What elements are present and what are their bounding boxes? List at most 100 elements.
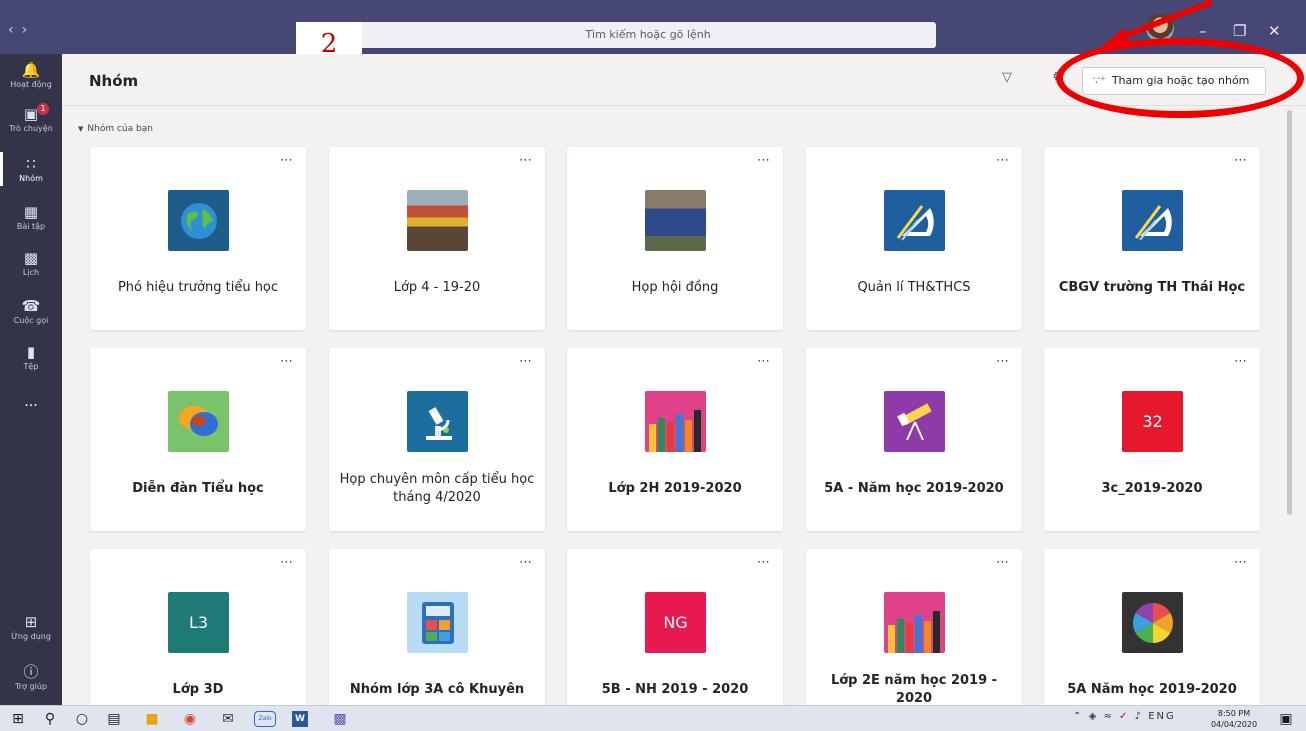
- zalo-icon[interactable]: Zalo: [254, 711, 276, 727]
- team-card[interactable]: ⋯ Phó hiệu trưởng tiểu học: [90, 147, 306, 330]
- speech-bubbles-icon: [168, 391, 229, 452]
- rail-item-label: Trợ giúp: [15, 682, 47, 691]
- team-card[interactable]: ⋯ 5A - Năm học 2019-2020: [806, 348, 1022, 531]
- wifi-icon[interactable]: ≈: [1103, 711, 1113, 722]
- windows-taskbar: ⊞ ⚲ ○ ▤ ■ ◉ ✉ Zalo W ▩ ⌃ ◈ ≈ ✓ ♪ ENG 8:5…: [0, 705, 1306, 731]
- rail-item-calls[interactable]: ☎ Cuộc gọi: [0, 298, 62, 325]
- task-view-icon[interactable]: ▤: [104, 711, 124, 727]
- rail-item-label: Ứng dụng: [11, 632, 51, 641]
- volume-icon[interactable]: ♪: [1135, 711, 1143, 722]
- section-label: Nhóm của bạn: [87, 124, 153, 134]
- close-icon[interactable]: ✕: [1268, 22, 1281, 40]
- rail-item-files[interactable]: ▮ Tệp: [0, 344, 62, 371]
- file-icon: ▮: [26, 343, 36, 361]
- team-card[interactable]: ⋯ Lớp 2E năm học 2019 - 2020: [806, 549, 1022, 731]
- chat-icon: ▣: [23, 105, 39, 123]
- app-rail: 🔔 Hoạt động ▣ 1 Trò chuyện ∷ Nhóm ▦ Bài …: [0, 54, 62, 705]
- pencils-icon: [884, 592, 945, 653]
- team-card[interactable]: ⋯ 32 3c_2019-2020: [1044, 348, 1260, 531]
- more-options-icon[interactable]: ⋯: [996, 555, 1010, 570]
- rail-item-label: Nhóm: [19, 174, 43, 183]
- bell-icon: 🔔: [21, 61, 41, 79]
- calendar-icon: ▩: [23, 249, 39, 267]
- more-options-icon[interactable]: ⋯: [996, 153, 1010, 168]
- more-icon[interactable]: ...: [0, 394, 62, 410]
- rail-item-teams[interactable]: ∷ Nhóm: [0, 152, 62, 186]
- unread-badge: 1: [37, 103, 49, 115]
- team-card[interactable]: ⋯ Diễn đàn Tiểu học: [90, 348, 306, 531]
- section-your-teams[interactable]: ▼ Nhóm của bạn: [78, 124, 153, 134]
- windows-icon[interactable]: ⊞: [8, 711, 28, 727]
- calculator-icon: [407, 592, 468, 653]
- mail-icon[interactable]: ✉: [218, 711, 238, 727]
- forward-icon[interactable]: ›: [22, 22, 36, 38]
- team-card[interactable]: ⋯ Quản lí TH&THCS: [806, 147, 1022, 330]
- rail-item-label: Hoạt động: [10, 80, 52, 89]
- team-name: 5A - Năm học 2019-2020: [824, 481, 1004, 496]
- team-name: Quản lí TH&THCS: [857, 280, 971, 295]
- team-name: 3c_2019-2020: [1101, 481, 1203, 496]
- team-name: Họp chuyên môn cấp tiểu học tháng 4/2020: [339, 472, 535, 505]
- filter-icon[interactable]: ▽: [1002, 70, 1012, 85]
- vertical-scrollbar[interactable]: [1287, 110, 1292, 515]
- more-options-icon[interactable]: ⋯: [757, 555, 771, 570]
- more-options-icon[interactable]: ⋯: [280, 153, 294, 168]
- group-photo-icon: [407, 190, 468, 251]
- protractor-icon: [884, 190, 945, 251]
- page-title: Nhóm: [89, 72, 139, 90]
- more-options-icon[interactable]: ⋯: [519, 354, 533, 369]
- file-explorer-icon[interactable]: ■: [142, 711, 162, 727]
- team-card[interactable]: ⋯ Họp hội đồng: [567, 147, 783, 330]
- team-card[interactable]: ⋯ 5A Năm học 2019-2020: [1044, 549, 1260, 731]
- search-input[interactable]: Tìm kiếm hoặc gõ lệnh: [360, 22, 936, 48]
- rail-item-label: Tệp: [23, 362, 39, 371]
- pencils-icon: [645, 391, 706, 452]
- color-wheel-icon: [1122, 592, 1183, 653]
- rail-item-calendar[interactable]: ▩ Lịch: [0, 250, 62, 277]
- network-icon[interactable]: ◈: [1089, 711, 1099, 722]
- more-options-icon[interactable]: ⋯: [280, 354, 294, 369]
- word-icon[interactable]: W: [292, 711, 308, 727]
- team-card[interactable]: ⋯ L3 Lớp 3D: [90, 549, 306, 731]
- more-options-icon[interactable]: ⋯: [519, 555, 533, 570]
- team-card[interactable]: ⋯ Lớp 4 - 19-20: [329, 147, 545, 330]
- rail-item-label: Trò chuyện: [9, 124, 53, 133]
- chevron-up-icon[interactable]: ⌃: [1073, 711, 1083, 722]
- more-options-icon[interactable]: ⋯: [1234, 354, 1248, 369]
- team-name: Diễn đàn Tiểu học: [132, 481, 264, 496]
- rail-item-help[interactable]: ⓘ Trợ giúp: [0, 664, 62, 691]
- team-card[interactable]: ⋯ Lớp 2H 2019-2020: [567, 348, 783, 531]
- more-options-icon[interactable]: ⋯: [280, 555, 294, 570]
- system-tray[interactable]: ⌃ ◈ ≈ ✓ ♪ ENG: [1073, 711, 1176, 722]
- language-indicator[interactable]: ENG: [1148, 711, 1176, 722]
- team-card[interactable]: ⋯ CBGV trường TH Thái Học: [1044, 147, 1260, 330]
- team-card[interactable]: ⋯ NG 5B - NH 2019 - 2020: [567, 549, 783, 731]
- rail-item-apps[interactable]: ⊞ Ứng dụng: [0, 614, 62, 641]
- rail-item-assignments[interactable]: ▦ Bài tập: [0, 204, 62, 231]
- meeting-photo-icon: [645, 190, 706, 251]
- rail-item-chat[interactable]: ▣ 1 Trò chuyện: [0, 103, 62, 133]
- more-options-icon[interactable]: ⋯: [996, 354, 1010, 369]
- cortana-icon[interactable]: ○: [72, 711, 92, 727]
- globe-icon: [168, 190, 229, 251]
- teams-icon[interactable]: ▩: [330, 711, 350, 727]
- more-options-icon[interactable]: ⋯: [1234, 153, 1248, 168]
- taskbar-clock[interactable]: 8:50 PM 04/04/2020: [1208, 708, 1260, 730]
- team-card[interactable]: ⋯ Họp chuyên môn cấp tiểu học tháng 4/20…: [329, 348, 545, 531]
- maximize-icon[interactable]: ❐: [1233, 22, 1246, 40]
- more-options-icon[interactable]: ⋯: [757, 153, 771, 168]
- rail-item-activity[interactable]: 🔔 Hoạt động: [0, 62, 62, 89]
- clock-time: 8:50 PM: [1217, 709, 1251, 718]
- antivirus-icon[interactable]: ✓: [1119, 711, 1129, 722]
- chrome-icon[interactable]: ◉: [180, 711, 200, 727]
- team-card[interactable]: ⋯ Nhóm lớp 3A cô Khuyên: [329, 549, 545, 731]
- more-options-icon[interactable]: ⋯: [1234, 555, 1248, 570]
- rail-item-label: Lịch: [22, 268, 40, 277]
- team-initials-tile: 32: [1122, 391, 1183, 452]
- more-options-icon[interactable]: ⋯: [757, 354, 771, 369]
- history-nav: ‹›: [8, 22, 35, 38]
- notification-icon[interactable]: ▣: [1276, 711, 1296, 727]
- back-icon[interactable]: ‹: [8, 22, 22, 38]
- search-icon[interactable]: ⚲: [40, 711, 60, 727]
- more-options-icon[interactable]: ⋯: [519, 153, 533, 168]
